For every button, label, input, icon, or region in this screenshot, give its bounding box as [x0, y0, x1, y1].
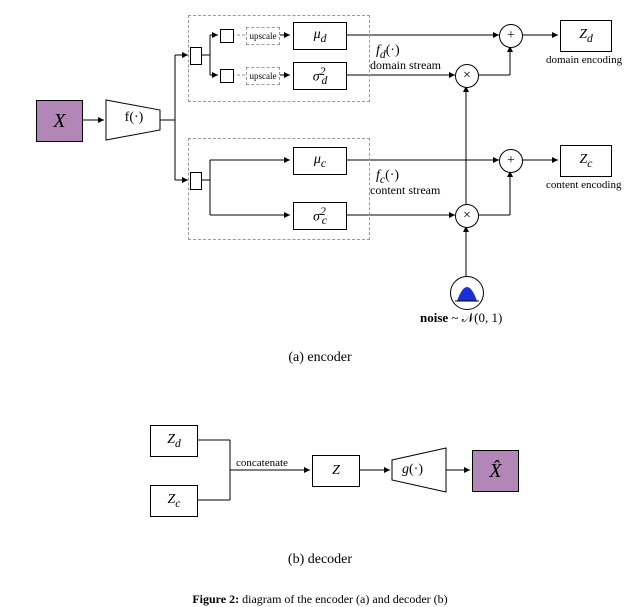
mu-d-label: μd [314, 27, 327, 45]
plus-c: + [499, 149, 523, 173]
content-split-node [190, 172, 202, 190]
times-c: × [455, 204, 479, 228]
domain-split-node [190, 47, 202, 65]
xhat-box: X̂ [472, 450, 519, 492]
mu-d-box: μd [293, 22, 347, 50]
noise-label: noise ~ 𝒩(0, 1) [420, 310, 502, 326]
plus-icon: + [507, 28, 515, 44]
z-box: Z [312, 455, 360, 487]
times-icon: × [463, 208, 471, 224]
times-d: × [455, 64, 479, 88]
domain-stream-label: domain stream [370, 58, 441, 73]
domain-encoding-label: domain encoding [546, 54, 622, 66]
decoder-zc-box: Zc [150, 485, 198, 517]
zd-box: Zd [560, 20, 612, 52]
plus-icon: + [507, 153, 515, 169]
times-icon: × [463, 68, 471, 84]
upscale-bottom: upscale [246, 67, 280, 85]
upscale-top: upscale [246, 27, 280, 45]
domain-small-top [220, 29, 234, 43]
xhat-label: X̂ [489, 460, 501, 483]
sigma-c-box: σ2c [293, 202, 347, 230]
sigma-d-box: σ2d [293, 62, 347, 90]
input-x-label: X [53, 110, 65, 133]
domain-small-bottom [220, 69, 234, 83]
decoder-caption: (b) decoder [0, 552, 640, 568]
g-label: g(·) [402, 462, 423, 478]
input-x: X [36, 100, 83, 142]
concat-label: concatenate [236, 457, 288, 469]
decoder-zd-box: Zd [150, 425, 198, 457]
mu-c-label: μc [314, 152, 326, 170]
gaussian-icon [455, 283, 479, 303]
sigma-d-label: σ2d [313, 65, 328, 87]
sigma-c-label: σ2c [313, 205, 327, 227]
zc-box: Zc [560, 145, 612, 177]
plus-d: + [499, 24, 523, 48]
backbone-label: f(·) [112, 110, 156, 126]
noise-node [450, 276, 484, 310]
mu-c-box: μc [293, 147, 347, 175]
content-stream-label: content stream [370, 183, 440, 198]
encoder-caption: (a) encoder [0, 350, 640, 366]
content-encoding-label: content encoding [546, 179, 621, 191]
